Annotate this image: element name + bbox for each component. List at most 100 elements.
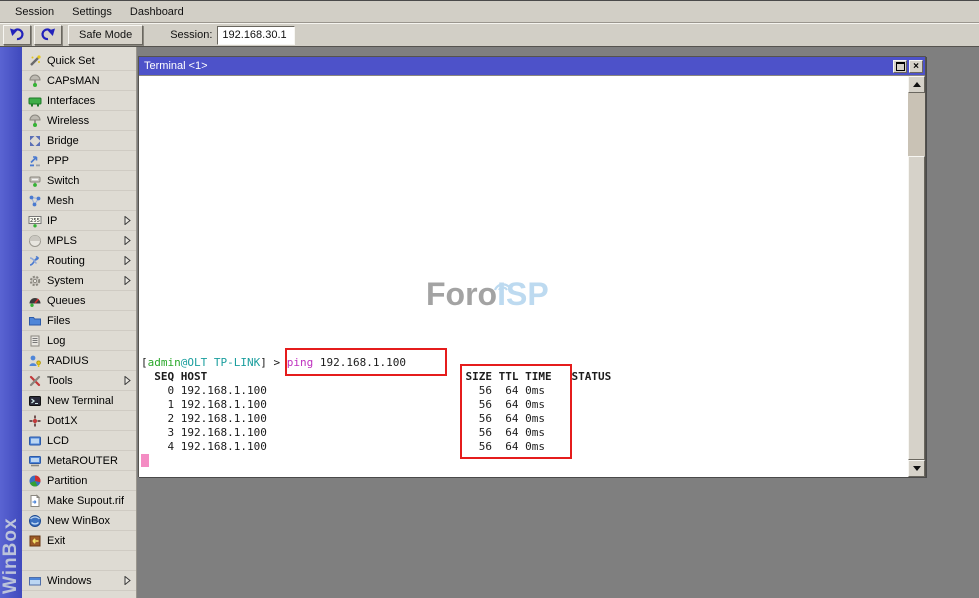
sidebar-item-interfaces[interactable]: Interfaces bbox=[22, 91, 136, 111]
sidebar-item-windows[interactable]: Windows bbox=[22, 571, 136, 591]
sidebar-item-switch[interactable]: Switch bbox=[22, 171, 136, 191]
sidebar-item-metarouter[interactable]: MetaROUTER bbox=[22, 451, 136, 471]
sidebar-item-label: MetaROUTER bbox=[47, 455, 118, 467]
sidebar-item-radius[interactable]: RADIUS bbox=[22, 351, 136, 371]
sidebar-item-label: Interfaces bbox=[47, 95, 95, 107]
maximize-icon bbox=[896, 62, 905, 71]
menu-dashboard[interactable]: Dashboard bbox=[121, 3, 193, 21]
sidebar-item-mesh[interactable]: Mesh bbox=[22, 191, 136, 211]
sidebar-item-system[interactable]: System bbox=[22, 271, 136, 291]
switch-icon bbox=[28, 174, 42, 188]
terminal-icon bbox=[28, 394, 42, 408]
main-area: WinBox Quick Set CAPsMAN Interfaces Wireles… bbox=[0, 47, 979, 598]
scroll-up-button[interactable] bbox=[908, 76, 925, 93]
sidebar-spacer bbox=[22, 551, 136, 571]
maximize-button[interactable] bbox=[893, 60, 907, 73]
wireless-antenna-icon bbox=[28, 114, 42, 128]
svg-text:255: 255 bbox=[30, 218, 40, 224]
routing-arrows-icon bbox=[28, 254, 42, 268]
ppp-icon bbox=[28, 154, 42, 168]
close-icon: × bbox=[913, 61, 919, 72]
terminal-titlebar[interactable]: Terminal <1> × bbox=[139, 57, 925, 75]
antenna-icon bbox=[28, 74, 42, 88]
sidebar-item-dot1x[interactable]: Dot1X bbox=[22, 411, 136, 431]
submenu-arrow-icon bbox=[124, 216, 131, 225]
session-label: Session: bbox=[170, 29, 212, 41]
sidebar-item-wireless[interactable]: Wireless bbox=[22, 111, 136, 131]
sidebar-item-capsman[interactable]: CAPsMAN bbox=[22, 71, 136, 91]
sidebar-item-label: Windows bbox=[47, 575, 92, 587]
scrollbar[interactable] bbox=[908, 76, 925, 477]
sidebar-item-label: New WinBox bbox=[47, 515, 110, 527]
files-folder-icon bbox=[28, 314, 42, 328]
sidebar-item-lcd[interactable]: LCD bbox=[22, 431, 136, 451]
network-card-icon bbox=[28, 94, 42, 108]
sidebar-item-new-winbox[interactable]: New WinBox bbox=[22, 511, 136, 531]
winbox-app: Session Settings Dashboard Safe Mode Ses… bbox=[0, 0, 979, 598]
sidebar-item-files[interactable]: Files bbox=[22, 311, 136, 331]
sidebar-item-log[interactable]: Log bbox=[22, 331, 136, 351]
menu-session[interactable]: Session bbox=[6, 3, 63, 21]
redo-arrow-icon bbox=[40, 27, 56, 44]
sidebar-item-label: LCD bbox=[47, 435, 69, 447]
sidebar-item-label: Make Supout.rif bbox=[47, 495, 124, 507]
sidebar-item-routing[interactable]: Routing bbox=[22, 251, 136, 271]
terminal-ping-row: 2 192.168.1.100 56 64 0ms bbox=[141, 412, 611, 426]
sidebar-item-label: Switch bbox=[47, 175, 79, 187]
sidebar-menu-list: Quick Set CAPsMAN Interfaces Wireless Bridge… bbox=[22, 47, 136, 598]
queues-gauge-icon bbox=[28, 294, 42, 308]
sidebar-item-label: PPP bbox=[47, 155, 69, 167]
supout-file-icon bbox=[28, 494, 42, 508]
metarouter-icon bbox=[28, 454, 42, 468]
sidebar-item-label: CAPsMAN bbox=[47, 75, 100, 87]
close-button[interactable]: × bbox=[909, 60, 923, 73]
session-input[interactable]: 192.168.30.1 bbox=[217, 26, 295, 45]
sidebar-brand-strip: WinBox bbox=[0, 47, 22, 598]
sidebar-item-tools[interactable]: Tools bbox=[22, 371, 136, 391]
sidebar-item-label: Queues bbox=[47, 295, 86, 307]
sidebar-item-label: Wireless bbox=[47, 115, 89, 127]
lcd-screen-icon bbox=[28, 434, 42, 448]
sidebar-item-label: Dot1X bbox=[47, 415, 78, 427]
sidebar-item-make-supout-rif[interactable]: Make Supout.rif bbox=[22, 491, 136, 511]
scrollbar-thumb[interactable] bbox=[908, 156, 925, 460]
safe-mode-button[interactable]: Safe Mode bbox=[68, 25, 143, 45]
sidebar-item-bridge[interactable]: Bridge bbox=[22, 131, 136, 151]
arrow-down-icon bbox=[913, 466, 921, 471]
sidebar-item-new-terminal[interactable]: New Terminal bbox=[22, 391, 136, 411]
toolbar: Safe Mode Session: 192.168.30.1 bbox=[0, 23, 979, 47]
submenu-arrow-icon bbox=[124, 256, 131, 265]
menubar: Session Settings Dashboard bbox=[0, 0, 979, 23]
terminal-prompt-line: [admin@OLT TP-LINK] > ping 192.168.1.100 bbox=[141, 356, 611, 370]
magic-wand-icon bbox=[28, 54, 42, 68]
ip-255-icon: 255 bbox=[28, 214, 42, 228]
desktop: Terminal <1> × ForoISP [admin@OLT TP-LIN… bbox=[137, 47, 979, 598]
log-list-icon bbox=[28, 334, 42, 348]
foroisp-watermark: ForoISP bbox=[426, 276, 549, 313]
sidebar-item-ip[interactable]: 255IP bbox=[22, 211, 136, 231]
mpls-sphere-icon bbox=[28, 234, 42, 248]
terminal-title: Terminal <1> bbox=[144, 60, 208, 72]
windows-icon bbox=[28, 574, 42, 588]
sidebar-item-partition[interactable]: Partition bbox=[22, 471, 136, 491]
dot1x-icon bbox=[28, 414, 42, 428]
sidebar-item-quick-set[interactable]: Quick Set bbox=[22, 51, 136, 71]
sidebar-item-exit[interactable]: Exit bbox=[22, 531, 136, 551]
undo-arrow-icon bbox=[9, 27, 25, 44]
scroll-down-button[interactable] bbox=[908, 460, 925, 477]
undo-button[interactable] bbox=[3, 25, 31, 45]
terminal-content[interactable]: ForoISP [admin@OLT TP-LINK] > ping 192.1… bbox=[139, 75, 925, 477]
sidebar-item-queues[interactable]: Queues bbox=[22, 291, 136, 311]
terminal-header-line: SEQ HOST SIZE TTL TIME STATUS bbox=[141, 370, 611, 384]
submenu-arrow-icon bbox=[124, 276, 131, 285]
submenu-arrow-icon bbox=[124, 576, 131, 585]
sidebar-item-ppp[interactable]: PPP bbox=[22, 151, 136, 171]
sidebar-item-mpls[interactable]: MPLS bbox=[22, 231, 136, 251]
sidebar-item-label: Mesh bbox=[47, 195, 74, 207]
sidebar-item-label: New Terminal bbox=[47, 395, 113, 407]
menu-settings[interactable]: Settings bbox=[63, 3, 121, 21]
sidebar-item-label: Tools bbox=[47, 375, 73, 387]
arrow-up-icon bbox=[913, 82, 921, 87]
sidebar-item-label: Quick Set bbox=[47, 55, 95, 67]
redo-button[interactable] bbox=[34, 25, 62, 45]
